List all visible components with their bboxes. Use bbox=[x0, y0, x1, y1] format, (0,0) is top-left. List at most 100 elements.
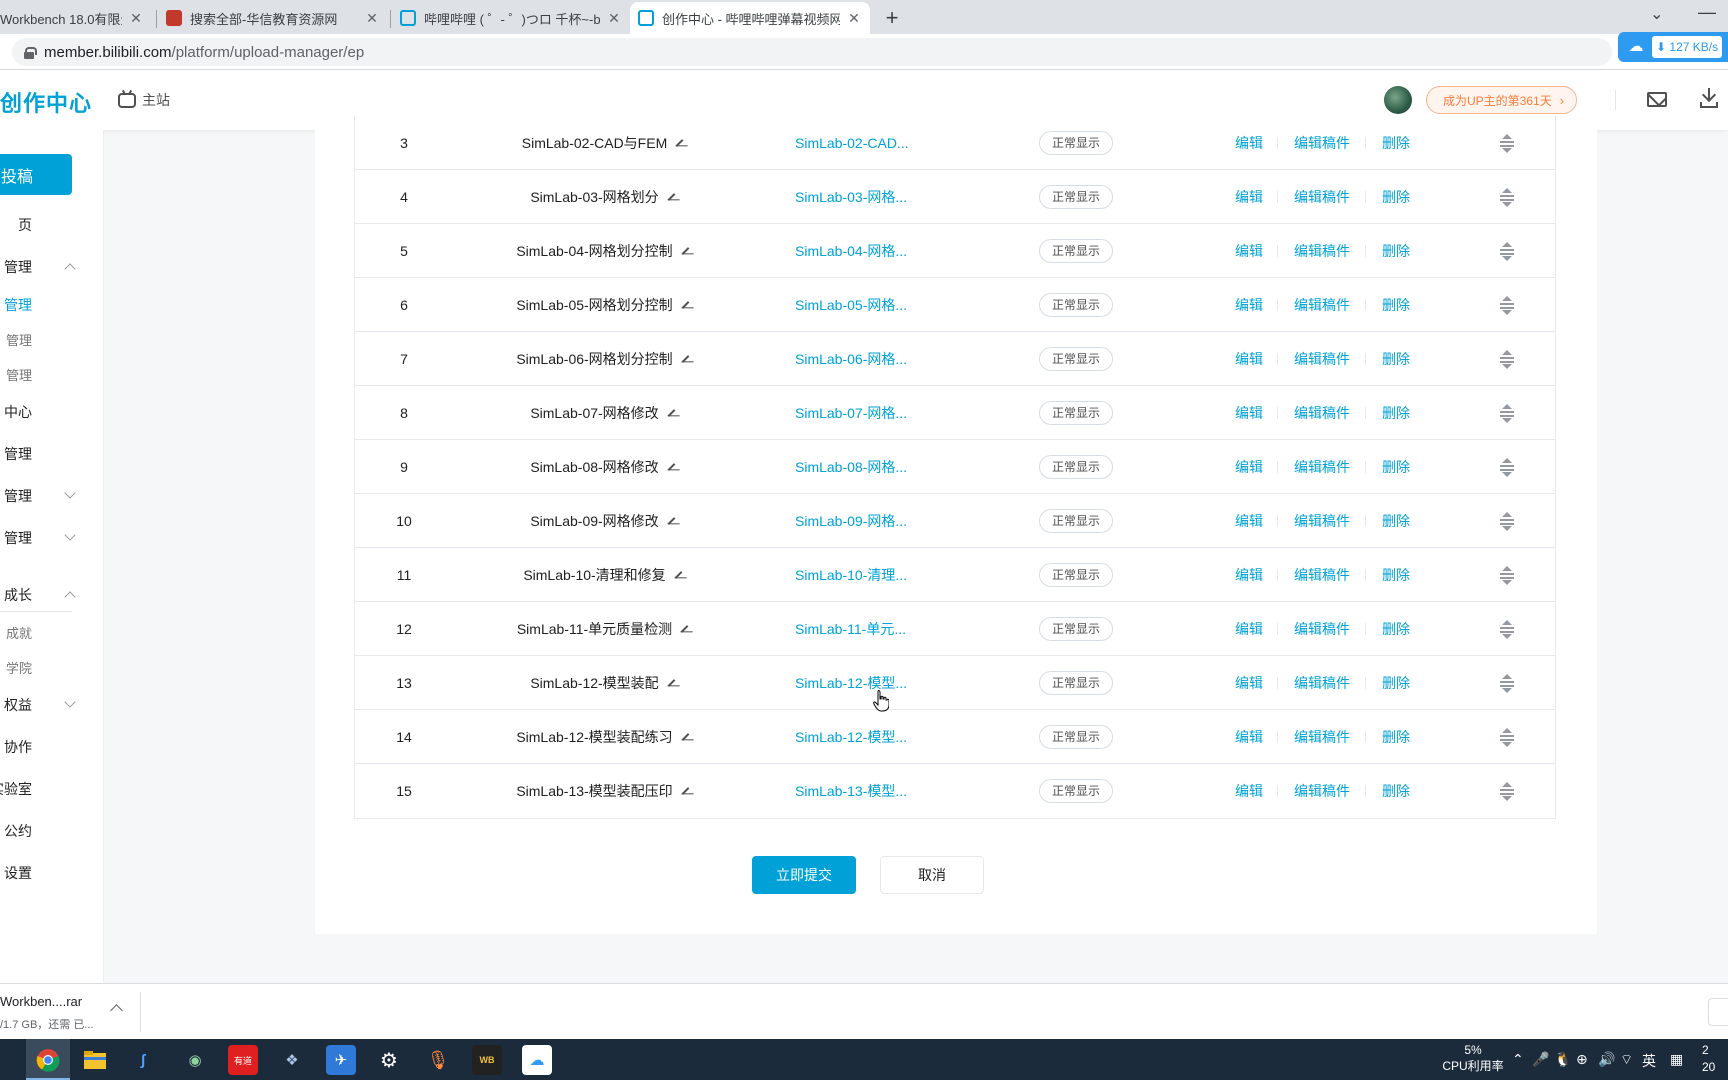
edit-file-link[interactable]: 编辑稿件 bbox=[1294, 278, 1354, 332]
drag-handle[interactable] bbox=[1499, 764, 1515, 818]
sidebar-item[interactable]: 权益 bbox=[0, 693, 103, 717]
edit-file-link[interactable]: 编辑稿件 bbox=[1294, 764, 1354, 818]
sidebar-item[interactable]: 管理 bbox=[0, 526, 103, 550]
pencil-edit-icon[interactable] bbox=[681, 787, 690, 795]
workbench-icon[interactable]: WB bbox=[472, 1045, 502, 1075]
microphone-icon[interactable]: 🎤 bbox=[1532, 1051, 1549, 1068]
delete-link[interactable]: 删除 bbox=[1382, 710, 1414, 764]
url-field[interactable]: member.bilibili.com/platform/upload-mana… bbox=[12, 38, 1612, 66]
edit-link[interactable]: 编辑 bbox=[1235, 602, 1267, 656]
sidebar-item[interactable]: 管理 bbox=[0, 362, 103, 386]
input-method-indicator[interactable]: 英 bbox=[1642, 1051, 1656, 1071]
edit-link[interactable]: 编辑 bbox=[1235, 494, 1267, 548]
sidebar-item[interactable]: 页 bbox=[0, 213, 103, 237]
edit-link[interactable]: 编辑 bbox=[1235, 278, 1267, 332]
sidebar-item[interactable]: 设置 bbox=[0, 861, 103, 885]
episode-file-link[interactable]: SimLab-11-单元... bbox=[795, 602, 975, 656]
drag-handle[interactable] bbox=[1499, 602, 1515, 656]
edit-link[interactable]: 编辑 bbox=[1235, 440, 1267, 494]
up-days-badge[interactable]: 成为UP主的第361天 › bbox=[1426, 86, 1578, 114]
drag-handle[interactable] bbox=[1499, 494, 1515, 548]
pencil-edit-icon[interactable] bbox=[667, 193, 676, 201]
sidebar-item[interactable]: 管理 bbox=[0, 255, 103, 279]
network-icon[interactable]: ⌔ bbox=[1620, 1051, 1633, 1069]
delete-link[interactable]: 删除 bbox=[1382, 332, 1414, 386]
drag-handle[interactable] bbox=[1499, 710, 1515, 764]
edit-file-link[interactable]: 编辑稿件 bbox=[1294, 116, 1354, 170]
window-minimize-icon[interactable]: — bbox=[1698, 2, 1716, 23]
edit-file-link[interactable]: 编辑稿件 bbox=[1294, 386, 1354, 440]
drag-handle[interactable] bbox=[1499, 116, 1515, 170]
sidebar-item[interactable]: 管理 bbox=[0, 293, 103, 317]
close-icon[interactable]: ✕ bbox=[846, 10, 862, 27]
new-tab-plus-icon[interactable]: + bbox=[880, 5, 904, 31]
episode-file-link[interactable]: SimLab-13-模型... bbox=[795, 764, 975, 818]
sidebar-item[interactable]: 实验室 bbox=[0, 777, 103, 801]
sidebar-item[interactable]: 管理 bbox=[0, 484, 103, 508]
edit-file-link[interactable]: 编辑稿件 bbox=[1294, 656, 1354, 710]
edit-link[interactable]: 编辑 bbox=[1235, 116, 1267, 170]
browser-tab[interactable]: 搜索全部-华信教育资源网 ✕ bbox=[158, 2, 388, 34]
app-icon[interactable]: ◉ bbox=[180, 1045, 210, 1075]
youdao-icon[interactable]: 有道 bbox=[228, 1045, 258, 1075]
pencil-edit-icon[interactable] bbox=[675, 139, 684, 147]
page-title[interactable]: 创作中心 bbox=[0, 86, 92, 118]
pencil-edit-icon[interactable] bbox=[667, 463, 676, 471]
pencil-edit-icon[interactable] bbox=[667, 517, 676, 525]
delete-link[interactable]: 删除 bbox=[1382, 764, 1414, 818]
delete-link[interactable]: 删除 bbox=[1382, 548, 1414, 602]
edit-file-link[interactable]: 编辑稿件 bbox=[1294, 602, 1354, 656]
cloud-app-icon[interactable]: ☁ bbox=[522, 1045, 552, 1075]
microphone-icon[interactable]: 🎙 bbox=[423, 1045, 453, 1075]
sidebar-item[interactable]: 学院 bbox=[0, 655, 103, 679]
episode-file-link[interactable]: SimLab-04-网格... bbox=[795, 224, 975, 278]
delete-link[interactable]: 删除 bbox=[1382, 386, 1414, 440]
pencil-edit-icon[interactable] bbox=[680, 625, 689, 633]
edit-file-link[interactable]: 编辑稿件 bbox=[1294, 710, 1354, 764]
edit-file-link[interactable]: 编辑稿件 bbox=[1294, 332, 1354, 386]
delete-link[interactable]: 删除 bbox=[1382, 224, 1414, 278]
chrome-icon[interactable] bbox=[33, 1045, 63, 1075]
sidebar-item[interactable]: 成长 bbox=[0, 583, 103, 607]
browser-tab[interactable]: 哔哩哔哩 ( ゜- ゜)つロ 千杯~-bilibili ✕ bbox=[392, 2, 630, 34]
episode-file-link[interactable]: SimLab-02-CAD... bbox=[795, 116, 975, 170]
network-speed-widget[interactable]: ☁ ⬇ 127 KB/s bbox=[1618, 32, 1728, 62]
sidebar-item[interactable]: 公约 bbox=[0, 819, 103, 843]
volume-icon[interactable]: 🔊 bbox=[1598, 1051, 1615, 1068]
edit-link[interactable]: 编辑 bbox=[1235, 386, 1267, 440]
home-link[interactable]: 主站 bbox=[118, 90, 170, 110]
edit-link[interactable]: 编辑 bbox=[1235, 224, 1267, 278]
drag-handle[interactable] bbox=[1499, 656, 1515, 710]
file-explorer-icon[interactable] bbox=[80, 1045, 110, 1075]
pencil-edit-icon[interactable] bbox=[674, 571, 683, 579]
drag-handle[interactable] bbox=[1499, 386, 1515, 440]
delete-link[interactable]: 删除 bbox=[1382, 170, 1414, 224]
delete-link[interactable]: 删除 bbox=[1382, 494, 1414, 548]
edit-file-link[interactable]: 编辑稿件 bbox=[1294, 170, 1354, 224]
delete-link[interactable]: 删除 bbox=[1382, 602, 1414, 656]
cpu-usage[interactable]: 5% CPU利用率 bbox=[1438, 1042, 1508, 1074]
edit-link[interactable]: 编辑 bbox=[1235, 710, 1267, 764]
pencil-edit-icon[interactable] bbox=[681, 247, 690, 255]
sidebar-item[interactable]: 管理 bbox=[0, 442, 103, 466]
episode-file-link[interactable]: SimLab-06-网格... bbox=[795, 332, 975, 386]
sidebar-item[interactable]: 管理 bbox=[0, 327, 103, 351]
edit-file-link[interactable]: 编辑稿件 bbox=[1294, 224, 1354, 278]
episode-file-link[interactable]: SimLab-10-清理... bbox=[795, 548, 975, 602]
pencil-edit-icon[interactable] bbox=[681, 301, 690, 309]
episode-file-link[interactable]: SimLab-05-网格... bbox=[795, 278, 975, 332]
pencil-edit-icon[interactable] bbox=[667, 679, 676, 687]
drag-handle[interactable] bbox=[1499, 548, 1515, 602]
app-icon[interactable]: ❖ bbox=[277, 1045, 307, 1075]
edit-file-link[interactable]: 编辑稿件 bbox=[1294, 548, 1354, 602]
delete-link[interactable]: 删除 bbox=[1382, 656, 1414, 710]
sidebar-item[interactable]: 中心 bbox=[0, 400, 103, 424]
edit-file-link[interactable]: 编辑稿件 bbox=[1294, 440, 1354, 494]
episode-file-link[interactable]: SimLab-12-模型... bbox=[795, 710, 975, 764]
edit-link[interactable]: 编辑 bbox=[1235, 764, 1267, 818]
chevron-up-icon[interactable]: ⌃ bbox=[1512, 1051, 1524, 1068]
feishu-icon[interactable]: ✈ bbox=[326, 1045, 356, 1075]
upload-button[interactable]: 投稿 bbox=[0, 154, 72, 195]
qq-icon[interactable]: 🐧 bbox=[1554, 1051, 1571, 1068]
drag-handle[interactable] bbox=[1499, 440, 1515, 494]
